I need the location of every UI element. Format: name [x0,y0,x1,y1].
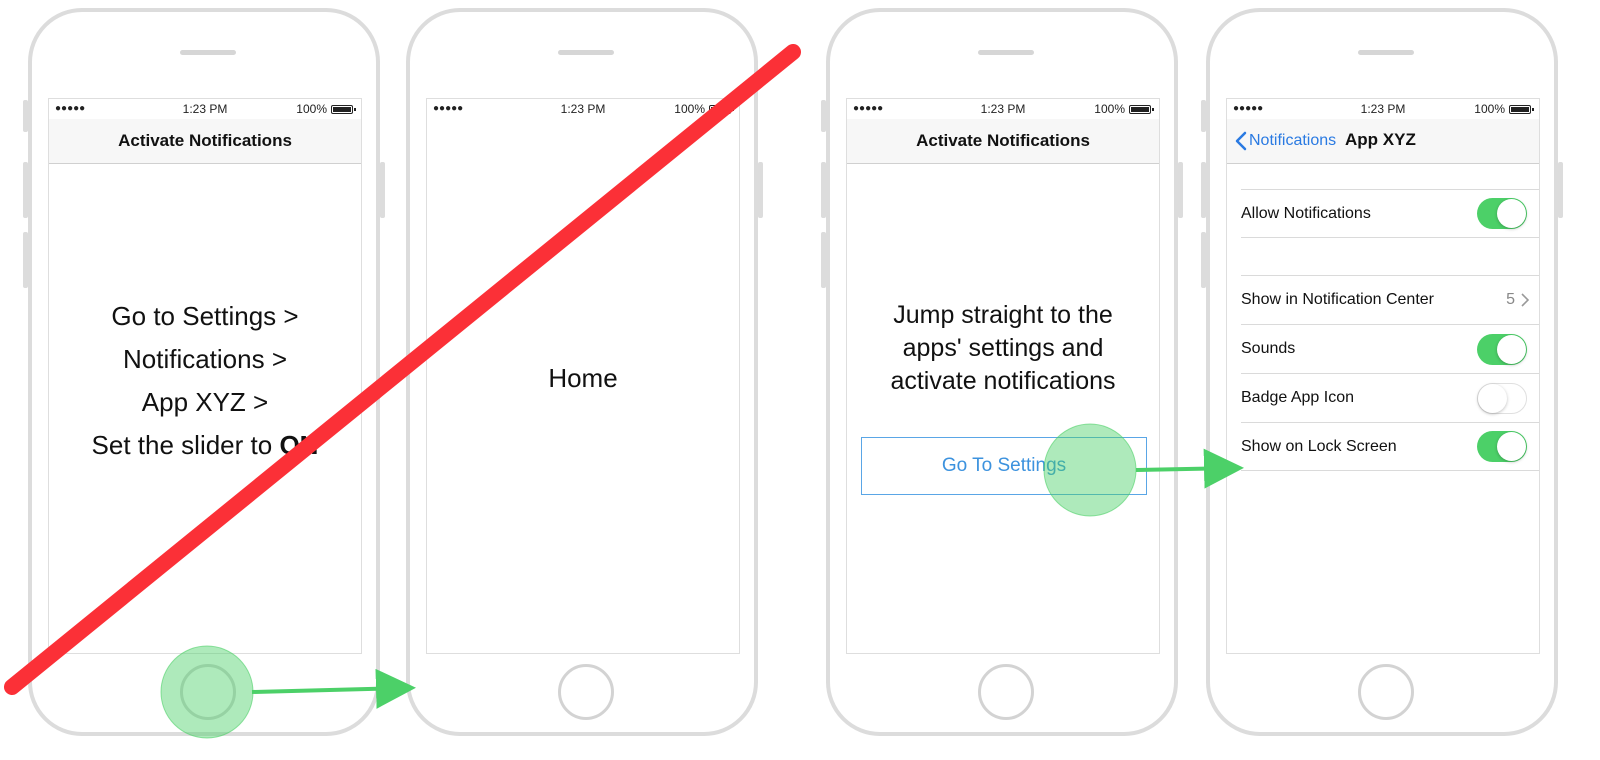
page-title: Activate Notifications [916,131,1090,150]
battery-percent: 100% [1094,102,1125,116]
phone-frame-2: ●●●●● 1:23 PM 100% Home [406,8,763,736]
go-to-settings-button[interactable]: Go To Settings [861,437,1147,495]
speaker [180,50,236,55]
home-button[interactable] [978,664,1034,720]
settings-row-sounds: Sounds [1241,324,1539,373]
settings-row-badge: Badge App Icon [1241,373,1539,422]
phone-frame-4: ●●●●● 1:23 PM 100% Notifications App XYZ… [1201,8,1563,736]
instruction-line: Set the slider to ON [91,430,319,460]
nav-bar: Activate Notifications [847,119,1159,164]
instruction-line: App XYZ > [141,387,269,417]
home-button[interactable] [1358,664,1414,720]
volume-button [23,100,28,132]
phone-frame-3: ●●●●● 1:23 PM 100% Activate Notification… [821,8,1183,736]
instruction-line: Notifications > [122,344,288,374]
description-line: Jump straight to the [893,301,1113,329]
volume-button [821,162,826,218]
volume-button [1201,100,1206,132]
power-button [1178,162,1183,218]
instruction-bold: ON [279,430,319,460]
settings-row-lock-screen: Show on Lock Screen [1241,422,1539,471]
power-button [1558,162,1563,218]
battery-icon [1509,104,1534,114]
row-label: Show in Notification Center [1241,291,1434,308]
page-title: Activate Notifications [118,131,292,150]
battery-icon [331,104,356,114]
power-button [380,162,385,218]
volume-button [821,100,826,132]
instruction-line: Go to Settings > [111,301,299,331]
home-label: Home [548,363,618,393]
row-value: 5 [1506,291,1515,308]
settings-row-notification-center[interactable]: Show in Notification Center 5 [1241,275,1539,324]
volume-button [821,232,826,288]
volume-button [1201,232,1206,288]
row-label: Allow Notifications [1241,204,1371,222]
speaker [978,50,1034,55]
chevron-right-icon [1521,293,1529,307]
volume-button [23,232,28,288]
row-label: Show on Lock Screen [1241,437,1397,455]
battery-icon [1129,104,1154,114]
show-on-lock-screen-toggle[interactable] [1477,431,1527,462]
nav-bar: Activate Notifications [49,119,361,164]
home-button[interactable] [558,664,614,720]
home-button[interactable] [180,664,236,720]
screen-app-settings: ●●●●● 1:23 PM 100% Notifications App XYZ… [1226,98,1540,654]
phone-frame-1: ●●●●● 1:23 PM 100% Activate Notification… [23,8,385,736]
battery-percent: 100% [1474,102,1505,116]
battery-percent: 100% [296,102,327,116]
back-label: Notifications [1249,132,1337,149]
power-button [758,162,763,218]
screen-activate-notifications: ●●●●● 1:23 PM 100% Activate Notification… [48,98,362,654]
volume-button [23,162,28,218]
battery-percent: 100% [674,102,705,116]
status-bar: ●●●●● 1:23 PM 100% [1227,99,1539,119]
chevron-left-icon [1235,131,1247,151]
status-bar: ●●●●● 1:23 PM 100% [49,99,361,119]
description-line: apps' settings and [902,334,1104,362]
badge-app-icon-toggle[interactable] [1477,382,1527,414]
volume-button [1201,162,1206,218]
allow-notifications-toggle[interactable] [1477,198,1527,229]
status-bar: ●●●●● 1:23 PM 100% [427,99,739,119]
description-line: activate notifications [890,367,1116,395]
sounds-toggle[interactable] [1477,333,1527,365]
row-label: Sounds [1241,340,1296,357]
status-bar: ●●●●● 1:23 PM 100% [847,99,1159,119]
back-button[interactable]: Notifications [1235,131,1336,151]
row-label: Badge App Icon [1241,389,1354,406]
battery-icon [709,104,734,114]
page-title: App XYZ [1345,130,1416,149]
instruction-text: Go to Settings > Notifications > App XYZ… [49,295,361,467]
description-text: Jump straight to the apps' settings and … [847,299,1159,398]
screen-home: ●●●●● 1:23 PM 100% Home [426,98,740,654]
speaker [558,50,614,55]
speaker [1358,50,1414,55]
screen-activate-notifications-deeplink: ●●●●● 1:23 PM 100% Activate Notification… [846,98,1160,654]
settings-row-allow-notifications: Allow Notifications [1241,189,1539,238]
